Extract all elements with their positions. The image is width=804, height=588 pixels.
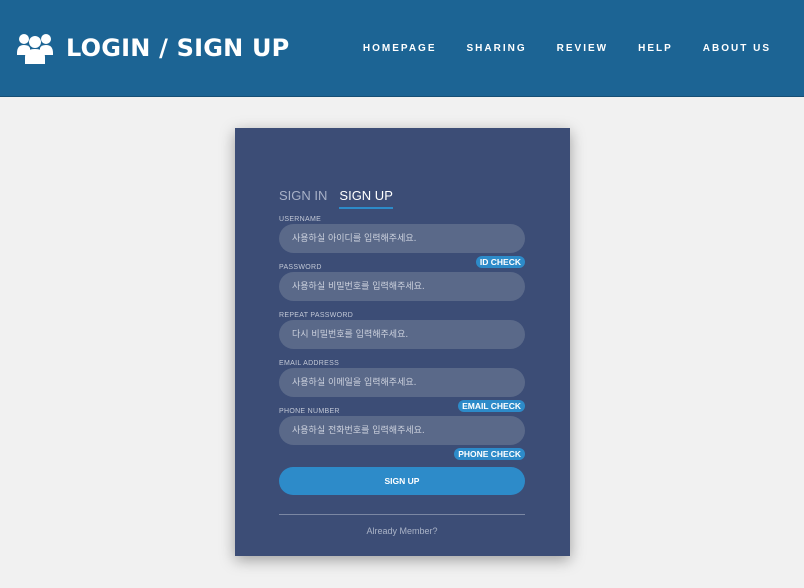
divider — [279, 514, 525, 515]
brand[interactable]: LOGIN / SIGN UP — [17, 31, 289, 65]
nav-homepage[interactable]: HOMEPAGE — [363, 43, 437, 54]
signup-card: SIGN IN SIGN UP USERNAME ID CHECK PASSWO… — [235, 128, 570, 556]
password-input[interactable] — [279, 272, 525, 301]
sign-up-button[interactable]: SIGN UP — [279, 467, 525, 495]
tab-sign-in[interactable]: SIGN IN — [279, 188, 327, 209]
auth-tabs: SIGN IN SIGN UP — [279, 188, 405, 209]
tab-sign-up[interactable]: SIGN UP — [339, 188, 393, 209]
repeat-password-input[interactable] — [279, 320, 525, 349]
nav-sharing[interactable]: SHARING — [467, 43, 527, 54]
nav-help[interactable]: HELP — [638, 43, 673, 54]
main-nav: HOMEPAGE SHARING REVIEW HELP ABOUT US — [333, 43, 771, 54]
top-header: LOGIN / SIGN UP HOMEPAGE SHARING REVIEW … — [0, 0, 804, 97]
phone-input[interactable] — [279, 416, 525, 445]
phone-check-button[interactable]: PHONE CHECK — [454, 448, 525, 460]
email-input[interactable] — [279, 368, 525, 397]
username-input[interactable] — [279, 224, 525, 253]
password-label: PASSWORD — [279, 264, 322, 271]
nav-review[interactable]: REVIEW — [557, 43, 608, 54]
username-label: USERNAME — [279, 216, 322, 223]
phone-label: PHONE NUMBER — [279, 408, 340, 415]
page-title: LOGIN / SIGN UP — [66, 34, 290, 62]
already-member-link[interactable]: Already Member? — [279, 526, 525, 536]
email-check-button[interactable]: EMAIL CHECK — [458, 400, 525, 412]
nav-about-us[interactable]: ABOUT US — [703, 43, 771, 54]
repeat-password-label: REPEAT PASSWORD — [279, 312, 354, 319]
id-check-button[interactable]: ID CHECK — [475, 256, 525, 268]
users-group-icon — [17, 31, 53, 65]
email-label: EMAIL ADDRESS — [279, 360, 340, 367]
